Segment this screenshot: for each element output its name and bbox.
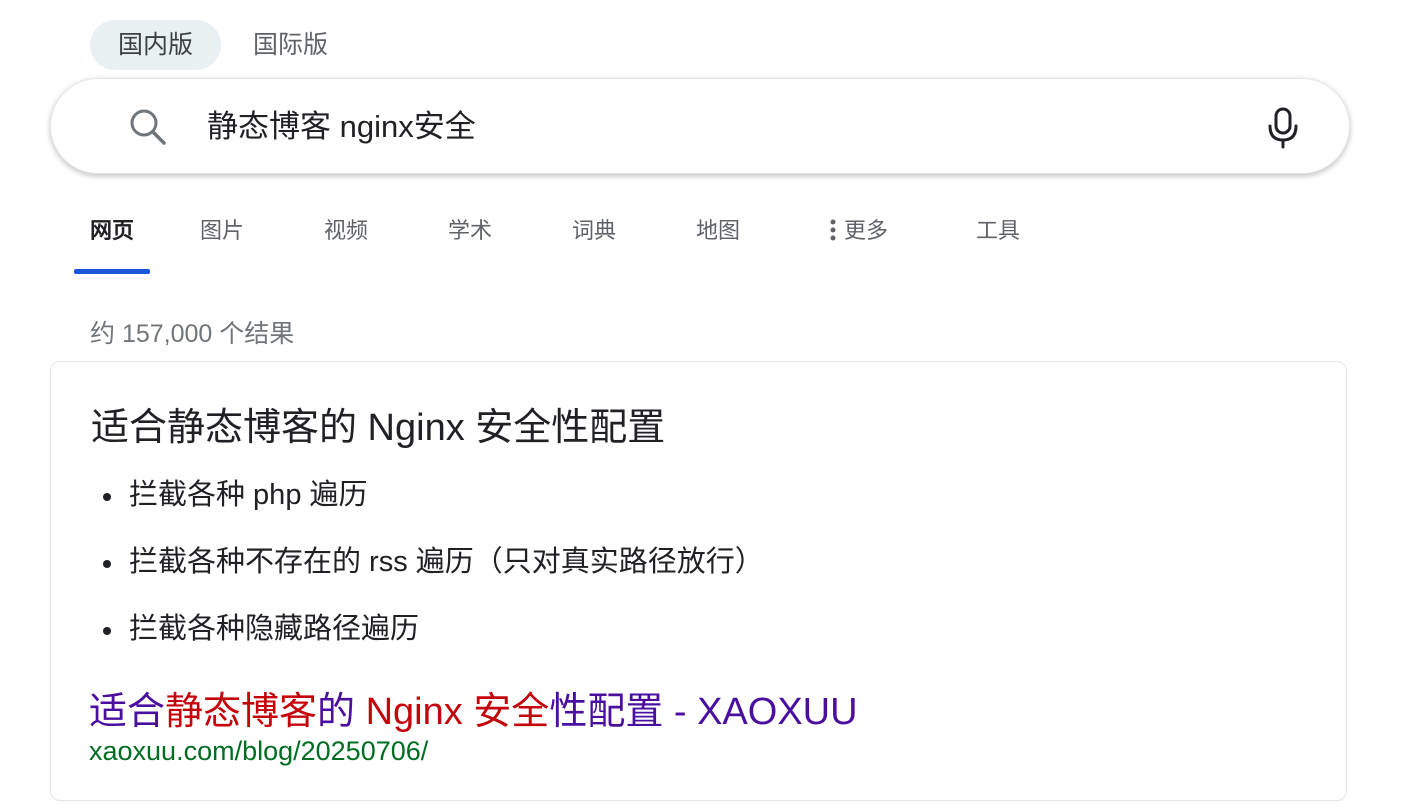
microphone-icon[interactable]: [1267, 107, 1299, 149]
tab-more-label: 更多: [843, 218, 888, 243]
list-item: 拦截各种 php 遍历: [91, 474, 764, 541]
market-tab-domestic[interactable]: 国内版: [90, 20, 222, 70]
result-count: 约 157,000 个结果: [90, 320, 295, 348]
tab-academic[interactable]: 学术: [446, 208, 494, 274]
link-text-part: 适合: [89, 691, 166, 733]
tab-videos[interactable]: 视频: [322, 208, 370, 274]
answer-title: 适合静态博客的 Nginx 安全性配置: [91, 407, 666, 449]
link-text-part: 的: [317, 691, 366, 733]
result-url[interactable]: xaoxuu.com/blog/20250706/: [89, 736, 428, 767]
tab-more[interactable]: 更多: [826, 208, 892, 274]
tab-dictionary[interactable]: 词典: [570, 208, 618, 274]
more-vertical-icon: [830, 219, 836, 241]
list-item: 拦截各种不存在的 rss 遍历（只对真实路径放行）: [91, 541, 764, 608]
market-toggle: 国内版 国际版: [90, 20, 356, 70]
answer-bullets: 拦截各种 php 遍历 拦截各种不存在的 rss 遍历（只对真实路径放行） 拦截…: [91, 474, 764, 675]
tab-images[interactable]: 图片: [198, 208, 246, 274]
link-text-highlight: Nginx 安全: [365, 691, 550, 733]
market-tab-international[interactable]: 国际版: [225, 20, 356, 70]
search-input[interactable]: 静态博客 nginx安全: [207, 79, 476, 175]
result-title-link[interactable]: 适合静态博客的 Nginx 安全性配置 - XAOXUU: [89, 680, 858, 735]
tab-web[interactable]: 网页: [74, 208, 150, 274]
search-nav-tabs: 网页 图片 视频 学术 词典 地图 更多 工具: [74, 208, 1022, 274]
tab-tools[interactable]: 工具: [974, 208, 1022, 274]
search-box[interactable]: 静态博客 nginx安全: [50, 78, 1350, 174]
search-icon[interactable]: [129, 108, 167, 146]
tab-maps[interactable]: 地图: [694, 208, 742, 274]
result-card: 适合静态博客的 Nginx 安全性配置 拦截各种 php 遍历 拦截各种不存在的…: [50, 361, 1347, 801]
list-item: 拦截各种隐藏路径遍历: [91, 608, 764, 675]
link-text-part: 性配置 - XAOXUU: [549, 691, 858, 733]
link-text-highlight: 静态博客: [165, 691, 318, 733]
